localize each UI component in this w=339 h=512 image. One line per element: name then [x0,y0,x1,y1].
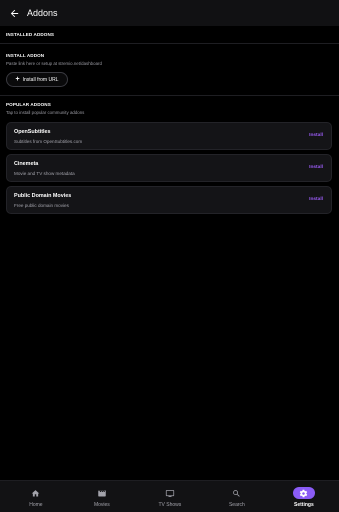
nav-item-movies[interactable]: Movies [68,481,136,512]
addon-description: Subtitles from OpenSubtitles.com [14,139,83,144]
nav-item-tv-shows[interactable]: TV Shows [136,481,204,512]
addon-title: Public Domain Movies [14,193,72,199]
film-icon [91,487,113,499]
install-button[interactable]: Install [309,197,323,202]
addon-title: OpenSubtitles [14,129,51,135]
back-button[interactable] [7,6,21,20]
install-button[interactable]: Install [309,133,323,138]
section-divider [0,43,339,44]
install-button[interactable]: Install [309,165,323,170]
popular-addons-hint: Tap to install popular community addons [6,110,85,115]
home-icon [25,487,47,499]
gear-icon [292,487,315,499]
addon-card-opensubtitles[interactable]: OpenSubtitles Subtitles from OpenSubtitl… [6,122,332,150]
addon-description: Movie and TV show metadata [14,171,75,176]
bottom-navigation: Home Movies TV Shows Search Settings [0,480,339,512]
install-from-url-label: Install from URL [22,76,59,83]
section-divider [0,95,339,96]
tv-icon [159,487,181,499]
page-title: Addons [27,8,58,18]
nav-label: Settings [294,502,314,508]
plus-icon: + [15,76,20,83]
addon-card-public-domain-movies[interactable]: Public Domain Movies Free public domain … [6,186,332,214]
nav-item-home[interactable]: Home [2,481,70,512]
nav-item-settings[interactable]: Settings [270,481,338,512]
install-addon-heading: INSTALL ADDON [6,53,45,58]
nav-label: Home [29,502,43,508]
top-app-bar: Addons [0,0,339,26]
nav-item-search[interactable]: Search [203,481,271,512]
nav-label: Movies [93,502,110,508]
arrow-left-icon [10,9,18,17]
nav-label: Search [228,502,245,508]
search-icon [226,487,248,499]
addons-screen: Addons INSTALLED ADDONS INSTALL ADDON Pa… [0,0,339,512]
install-addon-hint: Paste link here or setup at stremio.net/… [6,61,102,66]
addon-title: Cinemeta [14,161,39,167]
addon-card-cinemeta[interactable]: Cinemeta Movie and TV show metadata Inst… [6,154,332,182]
installed-addons-heading: INSTALLED ADDONS [6,32,55,37]
install-from-url-button[interactable]: + Install from URL [6,72,68,87]
nav-label: TV Shows [158,502,182,508]
popular-addons-heading: POPULAR ADDONS [6,102,51,107]
addon-description: Free public domain movies [14,203,69,208]
